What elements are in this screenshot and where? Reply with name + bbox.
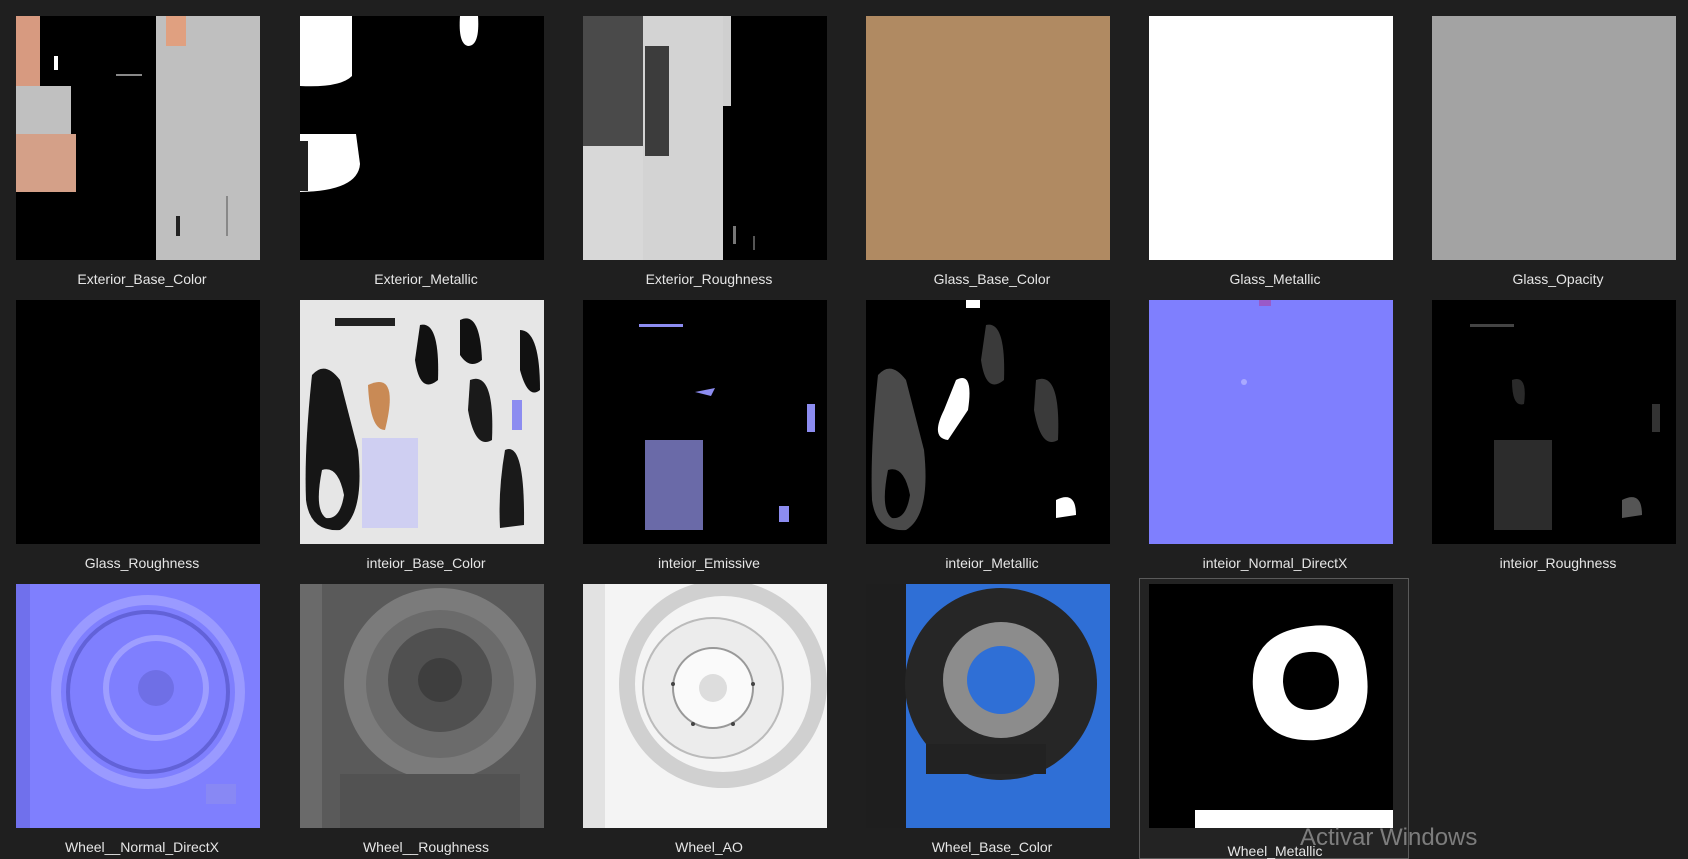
file-tile-exterior-roughness[interactable]: Exterior_Roughness: [567, 0, 827, 287]
file-tile-wheel-ao[interactable]: Wheel_AO: [567, 568, 827, 855]
exterior-base-color-thumbnail: [16, 16, 260, 260]
file-name-label: Wheel__Roughness: [362, 839, 490, 855]
file-name-label: inteior_Roughness: [1499, 555, 1617, 571]
file-tile-interior-normal[interactable]: inteior_Normal_DirectX: [1133, 284, 1393, 571]
file-tile-wheel-metallic[interactable]: Wheel_Metallic: [1139, 578, 1409, 859]
file-tile-wheel-roughness[interactable]: Wheel__Roughness: [284, 568, 544, 855]
file-tile-wheel-base-color[interactable]: Wheel_Base_Color: [850, 568, 1110, 855]
wheel-metallic-thumbnail: [1149, 584, 1393, 828]
activate-windows-watermark: Activar Windows: [1300, 824, 1478, 851]
glass-roughness-thumbnail: [16, 300, 260, 544]
file-tile-interior-roughness[interactable]: inteior_Roughness: [1416, 284, 1676, 571]
wheel-roughness-thumbnail: [300, 584, 544, 828]
file-tile-glass-opacity[interactable]: Glass_Opacity: [1416, 0, 1676, 287]
file-name-label: Wheel_AO: [675, 839, 743, 855]
file-name-label: Wheel_Base_Color: [931, 839, 1053, 855]
file-tile-interior-metallic[interactable]: inteior_Metallic: [850, 284, 1110, 571]
glass-metallic-thumbnail: [1149, 16, 1393, 260]
interior-normal-thumbnail: [1149, 300, 1393, 544]
wheel-base-color-thumbnail: [866, 584, 1110, 828]
file-tile-interior-base-color[interactable]: inteior_Base_Color: [284, 284, 544, 571]
file-tile-wheel-normal[interactable]: Wheel__Normal_DirectX: [0, 568, 260, 855]
exterior-metallic-thumbnail: [300, 16, 544, 260]
interior-roughness-thumbnail: [1432, 300, 1676, 544]
file-tile-interior-emissive[interactable]: inteior_Emissive: [567, 284, 827, 571]
file-tile-glass-base-color[interactable]: Glass_Base_Color: [850, 0, 1110, 287]
interior-metallic-thumbnail: [866, 300, 1110, 544]
exterior-roughness-thumbnail: [583, 16, 827, 260]
file-tile-exterior-base-color[interactable]: Exterior_Base_Color: [0, 0, 260, 287]
wheel-normal-thumbnail: [16, 584, 260, 828]
glass-opacity-thumbnail: [1432, 16, 1676, 260]
interior-emissive-thumbnail: [583, 300, 827, 544]
file-tile-glass-metallic[interactable]: Glass_Metallic: [1133, 0, 1393, 287]
interior-base-color-thumbnail: [300, 300, 544, 544]
file-tile-glass-roughness[interactable]: Glass_Roughness: [0, 284, 260, 571]
file-tile-exterior-metallic[interactable]: Exterior_Metallic: [284, 0, 544, 287]
wheel-ao-thumbnail: [583, 584, 827, 828]
file-name-label: inteior_Normal_DirectX: [1202, 555, 1348, 571]
file-name-label: Wheel__Normal_DirectX: [64, 839, 220, 855]
thumbnail-grid: Exterior_Base_Color Exterior_Metallic Ex…: [0, 0, 1688, 859]
glass-base-color-thumbnail: [866, 16, 1110, 260]
